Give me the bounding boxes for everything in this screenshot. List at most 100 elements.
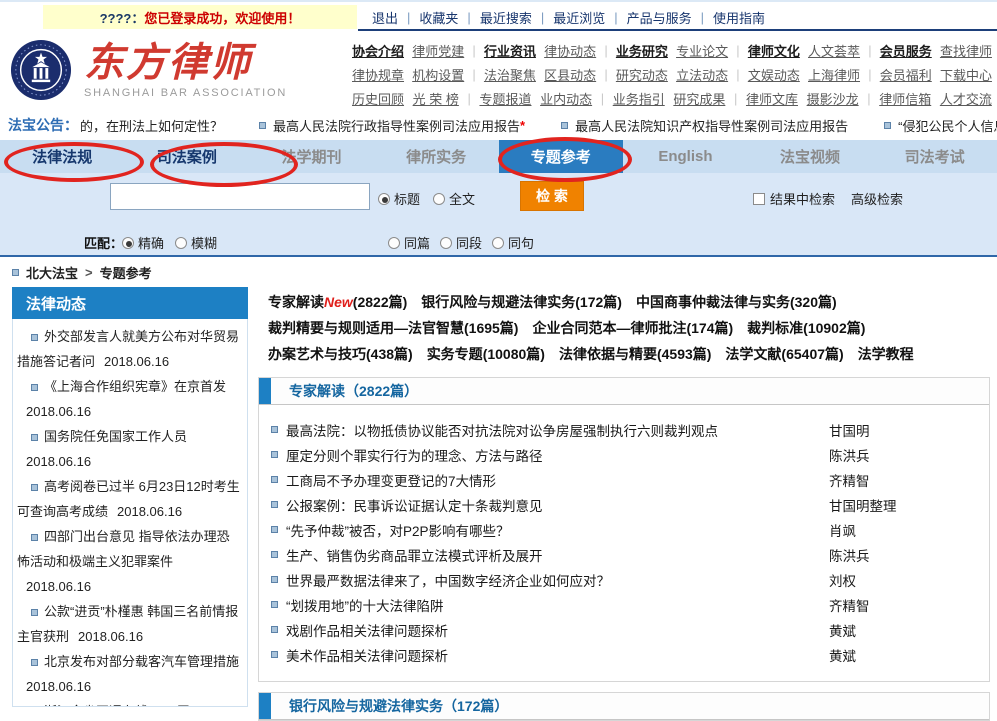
announcement-item[interactable]: “侵犯公民个人信息罪”专题	[884, 116, 997, 135]
radio-same-sentence[interactable]: 同句	[492, 233, 534, 252]
header-nav-link[interactable]: 光 荣 榜	[413, 89, 459, 108]
sidebar-news-item[interactable]: 公款“进贡”朴槿惠 韩国三名前情报主官获刑2018.06.16	[17, 599, 242, 649]
radio-same-article[interactable]: 同篇	[388, 233, 430, 252]
article-title[interactable]: 公报案例：民事诉讼证据认定十条裁判意见	[271, 495, 829, 515]
header-nav-link[interactable]: 专业论文	[676, 41, 728, 60]
announcement-items: 最高人民法院行政指导性案例司法应用报告* 最高人民法院知识产权指导性案例司法应用报…	[223, 116, 997, 135]
header-nav-link[interactable]: 律师党建	[412, 41, 464, 60]
article-row: 戏剧作品相关法律问题探析黄斌	[271, 617, 979, 642]
announcement-item[interactable]: 最高人民法院知识产权指导性案例司法应用报告	[561, 116, 848, 135]
tab-judicial-exam[interactable]: 司法考试	[872, 140, 997, 173]
separator: |	[604, 43, 607, 58]
article-title[interactable]: “划拨用地”的十大法律陷阱	[271, 595, 829, 615]
article-title[interactable]: 工商局不予办理变更登记的7大情形	[271, 470, 829, 490]
header-nav-link[interactable]: 业内动态	[540, 89, 592, 108]
header-nav-link[interactable]: 下载中心	[940, 65, 992, 84]
article-title[interactable]: 美术作品相关法律问题探析	[271, 645, 829, 665]
article-title[interactable]: 生产、销售伪劣商品罪立法模式评析及展开	[271, 545, 829, 565]
header-nav-link[interactable]: 机构设置	[412, 65, 464, 84]
header-nav-link[interactable]: 会员服务	[880, 41, 932, 60]
sidebar-news-item[interactable]: 高考阅卷已过半 6月23日12时考生可查询高考成绩2018.06.16	[17, 474, 242, 524]
search-input[interactable]	[110, 183, 370, 210]
radio-icon	[440, 237, 452, 249]
article-title[interactable]: 厘定分则个罪实行行为的理念、方法与路径	[271, 445, 829, 465]
article-title[interactable]: 最高法院：以物抵债协议能否对抗法院对讼争房屋强制执行六则裁判观点	[271, 420, 829, 440]
header-nav-link[interactable]: 律协动态	[544, 41, 596, 60]
news-date: 2018.06.16	[26, 404, 91, 419]
header-nav-link[interactable]: 行业资讯	[484, 41, 536, 60]
header-nav-link[interactable]: 律协规章	[352, 65, 404, 84]
header-nav-link[interactable]: 法治聚焦	[484, 65, 536, 84]
news-date: 2018.06.16	[26, 579, 91, 594]
category-link[interactable]: 专家解读New(2822篇)	[268, 294, 407, 310]
sidebar-news-item[interactable]: 国务院任免国家工作人员2018.06.16	[17, 424, 242, 474]
header-nav-link[interactable]: 历史回顾	[352, 89, 404, 108]
header-nav-link[interactable]: 上海律师	[808, 65, 860, 84]
header-nav-link[interactable]: 业务指引	[613, 89, 665, 108]
category-link[interactable]: 裁判标准(10902篇)	[747, 320, 865, 336]
header-nav-link[interactable]: 立法动态	[676, 65, 728, 84]
category-link[interactable]: 企业合同范本—律师批注(174篇)	[532, 320, 733, 336]
header-nav-link[interactable]: 律师文化	[748, 41, 800, 60]
topbar-link[interactable]: 收藏夹	[419, 8, 458, 27]
header-nav-link[interactable]: 业务研究	[616, 41, 668, 60]
header-nav-link[interactable]: 研究成果	[673, 89, 725, 108]
news-title: 四部门出台意见 指导依法办理恐怖活动和极端主义犯罪案件	[17, 529, 230, 569]
sidebar-news-item[interactable]: 浙江全省开通在线ODR平	[17, 699, 242, 707]
login-welcome-text: 您已登录成功，欢迎使用！	[144, 8, 300, 27]
breadcrumb-home[interactable]: 北大法宝	[26, 263, 78, 282]
article-row: 世界最严数据法律来了，中国数字经济企业如何应对？刘权	[271, 567, 979, 592]
header-nav-link[interactable]: 区县动态	[544, 65, 596, 84]
article-title[interactable]: “先予仲裁”被否，对P2P影响有哪些？	[271, 520, 829, 540]
sidebar-news-item[interactable]: 外交部发言人就美方公布对华贸易措施答记者问2018.06.16	[17, 324, 242, 374]
header-nav-link[interactable]: 会员福利	[880, 65, 932, 84]
tab-fabao-video[interactable]: 法宝视频	[748, 140, 873, 173]
category-link[interactable]: 中国商事仲裁法律与实务(320篇)	[636, 294, 837, 310]
radio-fuzzy[interactable]: 模糊	[175, 233, 217, 252]
topbar-link[interactable]: 产品与服务	[627, 8, 692, 27]
category-link[interactable]: 银行风险与规避法律实务(172篇)	[421, 294, 622, 310]
radio-title[interactable]: 标题	[378, 189, 420, 208]
radio-exact[interactable]: 精确	[122, 233, 164, 252]
radio-fuzzy-label: 模糊	[191, 233, 217, 252]
separator: |	[867, 91, 870, 106]
search-in-results-checkbox[interactable]: 结果中检索	[753, 189, 835, 208]
article-author: 陈洪兵	[829, 545, 979, 565]
announcement-lead-link[interactable]: 的，在刑法上如何定性？	[80, 116, 223, 135]
tab-firm-practice[interactable]: 律所实务	[374, 140, 499, 173]
header-nav-link[interactable]: 查找律师	[940, 41, 992, 60]
sidebar-news-item[interactable]: 四部门出台意见 指导依法办理恐怖活动和极端主义犯罪案件 2018.06.16	[17, 524, 242, 599]
article-title[interactable]: 世界最严数据法律来了，中国数字经济企业如何应对？	[271, 570, 829, 590]
header-nav-link[interactable]: 摄影沙龙	[807, 89, 859, 108]
article-title[interactable]: 戏剧作品相关法律问题探析	[271, 620, 829, 640]
header-nav-link[interactable]: 文娱动态	[748, 65, 800, 84]
advanced-search-link[interactable]: 高级检索	[851, 189, 903, 208]
announcement-item[interactable]: 最高人民法院行政指导性案例司法应用报告*	[259, 116, 525, 135]
sidebar-news-item[interactable]: 北京发布对部分载客汽车管理措施2018.06.16	[17, 649, 242, 699]
header-nav-link[interactable]: 专题报道	[479, 89, 531, 108]
topbar-link[interactable]: 退出	[372, 8, 398, 27]
category-link[interactable]: 办案艺术与技巧(438篇)	[268, 346, 413, 362]
search-button[interactable]: 检 索	[520, 181, 584, 211]
category-link[interactable]: 法学文献(65407篇)	[725, 346, 843, 362]
article-author: 黄斌	[829, 620, 979, 640]
topbar-link[interactable]: 使用指南	[713, 8, 765, 27]
tab-english[interactable]: English	[623, 140, 748, 173]
header-nav-link[interactable]: 协会介绍	[352, 41, 404, 60]
topbar-link[interactable]: 最近搜索	[480, 8, 532, 27]
header-nav-link[interactable]: 研究动态	[616, 65, 668, 84]
category-link[interactable]: 实务专题(10080篇)	[427, 346, 545, 362]
category-link[interactable]: 裁判精要与规则适用—法官智慧(1695篇)	[268, 320, 518, 336]
header-nav-link[interactable]: 律师文库	[746, 89, 798, 108]
radio-icon	[378, 193, 390, 205]
header-nav-link[interactable]: 人才交流	[940, 89, 992, 108]
separator: |	[614, 10, 617, 25]
topbar-link[interactable]: 最近浏览	[553, 8, 605, 27]
header-nav-link[interactable]: 律师信箱	[879, 89, 931, 108]
radio-fulltext[interactable]: 全文	[433, 189, 475, 208]
sidebar-news-item[interactable]: 《上海合作组织宪章》在京首发2018.06.16	[17, 374, 242, 424]
radio-same-paragraph[interactable]: 同段	[440, 233, 482, 252]
category-link[interactable]: 法学教程	[858, 346, 914, 362]
category-link[interactable]: 法律依据与精要(4593篇)	[559, 346, 711, 362]
header-nav-link[interactable]: 人文荟萃	[808, 41, 860, 60]
